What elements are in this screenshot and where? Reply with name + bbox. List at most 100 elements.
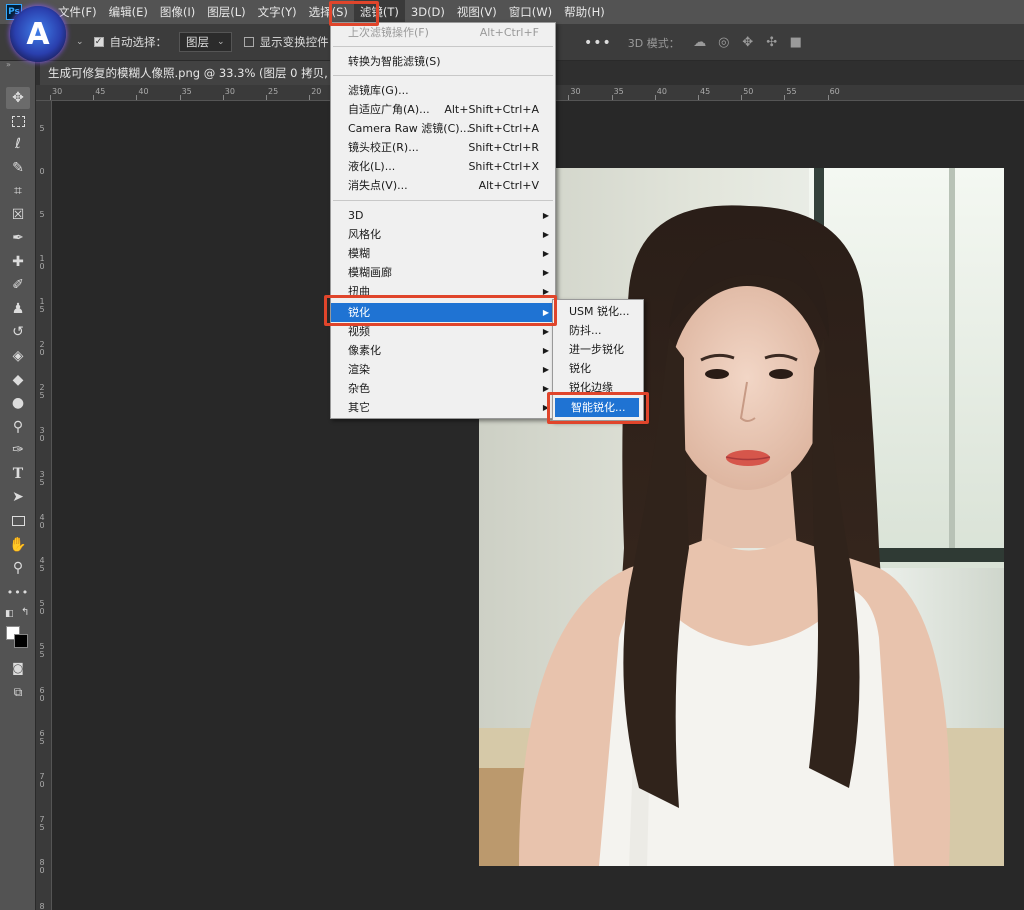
portrait-photo	[479, 168, 1004, 866]
menu-item-camera-raw[interactable]: Camera Raw 滤镜(C)... Shift+Ctrl+A	[331, 119, 555, 138]
more-options-button[interactable]: •••	[584, 35, 612, 51]
menu-layer[interactable]: 图层(L)	[201, 0, 251, 24]
hand-tool-icon[interactable]: ✋	[6, 534, 30, 556]
brush-tool-icon[interactable]: ✐	[6, 274, 30, 296]
ruler-top-label: 20	[311, 87, 322, 96]
menu-select[interactable]: 选择(S)	[303, 0, 354, 24]
menu-item-pixelate[interactable]: 像素化 ▶	[331, 341, 555, 360]
menu-item-other[interactable]: 其它 ▶	[331, 398, 555, 417]
ruler-left-label: 50	[39, 599, 45, 617]
3d-orbit-icon[interactable]: ☁	[692, 35, 708, 51]
menu-item-shake-reduction[interactable]: 防抖...	[553, 321, 643, 340]
more-tools-icon[interactable]: •••	[6, 581, 30, 603]
ruler-left-label: 85	[39, 901, 45, 910]
screen-mode-icon[interactable]: ⧉	[6, 681, 30, 703]
lasso-tool-icon[interactable]: ℓ	[6, 133, 30, 155]
menu-item-3d[interactable]: 3D ▶	[331, 206, 555, 225]
clone-stamp-tool-icon[interactable]: ♟	[6, 298, 30, 320]
show-transform-checkbox[interactable]: 显示变换控件	[243, 34, 329, 50]
3d-scale-icon[interactable]: ■	[788, 35, 804, 51]
submenu-arrow-icon: ▶	[542, 249, 549, 258]
ruler-top-label: 55	[786, 87, 797, 96]
menu-edit[interactable]: 编辑(E)	[103, 0, 154, 24]
menu-item-sharpen-basic[interactable]: 锐化	[553, 359, 643, 378]
menu-3d[interactable]: 3D(D)	[405, 0, 451, 24]
menu-item-video[interactable]: 视频 ▶	[331, 322, 555, 341]
menu-item-smart-sharpen[interactable]: 智能锐化...	[555, 398, 639, 417]
submenu-arrow-icon: ▶	[542, 287, 549, 296]
ruler-left-label: 10	[39, 253, 45, 271]
menu-item-adaptive-wide-angle[interactable]: 自适应广角(A)... Alt+Shift+Ctrl+A	[331, 100, 555, 119]
menu-view[interactable]: 视图(V)	[451, 0, 503, 24]
menu-item-sharpen[interactable]: 锐化 ▶	[331, 303, 555, 322]
type-tool-icon[interactable]: T	[6, 463, 30, 485]
marquee-tool-icon[interactable]	[6, 110, 30, 132]
tools-panel: » ✥ ℓ ✎ ⌗ ☒ ✒ ✚ ✐ ♟ ↺ ◈ ◆ ● ⚲ ✑ T ➤ ✋ ⚲ …	[0, 61, 36, 910]
quick-mask-icon[interactable]: ◙	[6, 657, 30, 679]
ruler-top-label: 45	[95, 87, 106, 96]
path-select-tool-icon[interactable]: ➤	[6, 486, 30, 508]
chevron-down-icon[interactable]: ⌄	[76, 37, 84, 47]
ruler-top-label: 45	[700, 87, 711, 96]
3d-roll-icon[interactable]: ◎	[716, 35, 732, 51]
3d-pan-icon[interactable]: ✥	[740, 35, 756, 51]
paint-bucket-tool-icon[interactable]: ◆	[6, 369, 30, 391]
panel-collapse-icon[interactable]: »	[6, 61, 30, 69]
pen-tool-icon[interactable]: ✑	[6, 439, 30, 461]
menu-item-liquify[interactable]: 液化(L)... Shift+Ctrl+X	[331, 157, 555, 176]
menu-help[interactable]: 帮助(H)	[558, 0, 611, 24]
menu-item-sharpen-more[interactable]: 进一步锐化	[553, 340, 643, 359]
rectangle-tool-icon[interactable]	[6, 510, 30, 532]
menu-item-convert-smart-filter[interactable]: 转换为智能滤镜(S)	[331, 52, 555, 71]
default-colors-icon[interactable]: ◧	[5, 609, 14, 619]
menu-item-last-filter[interactable]: 上次滤镜操作(F) Alt+Ctrl+F	[331, 23, 555, 42]
menu-window[interactable]: 窗口(W)	[503, 0, 558, 24]
ruler-left-label: 60	[39, 685, 45, 703]
frame-tool-icon[interactable]: ☒	[6, 204, 30, 226]
checkbox-unchecked-icon	[243, 37, 254, 47]
dodge-tool-icon[interactable]: ⚲	[6, 416, 30, 438]
swap-colors-icon[interactable]: ↰	[21, 607, 29, 618]
menu-item-noise[interactable]: 杂色 ▶	[331, 379, 555, 398]
menu-item-render[interactable]: 渲染 ▶	[331, 360, 555, 379]
quick-select-tool-icon[interactable]: ✎	[6, 157, 30, 179]
submenu-arrow-icon: ▶	[542, 308, 549, 317]
menu-item-usm-sharpen[interactable]: USM 锐化...	[553, 302, 643, 321]
menu-item-filter-gallery[interactable]: 滤镜库(G)...	[331, 81, 555, 100]
document-tab[interactable]: 生成可修复的模糊人像照.png @ 33.3% (图层 0 拷贝, RG	[40, 61, 340, 85]
menu-item-vanishing-point[interactable]: 消失点(V)... Alt+Ctrl+V	[331, 176, 555, 195]
crop-tool-icon[interactable]: ⌗	[6, 180, 30, 202]
ruler-top-label: 40	[656, 87, 667, 96]
ruler-left-label: 25	[39, 383, 45, 401]
ruler-vertical: 50510152025303540455055606570758085	[36, 101, 52, 910]
eraser-tool-icon[interactable]: ◈	[6, 345, 30, 367]
ruler-left-label: 5	[39, 210, 45, 220]
eyedropper-tool-icon[interactable]: ✒	[6, 227, 30, 249]
submenu-arrow-icon: ▶	[542, 211, 549, 220]
background-color-swatch[interactable]	[14, 634, 28, 648]
blur-tool-icon[interactable]: ●	[6, 392, 30, 414]
menu-item-stylize[interactable]: 风格化 ▶	[331, 225, 555, 244]
auto-select-checkbox[interactable]: ✓ 自动选择：	[93, 34, 168, 50]
ruler-left-label: 20	[39, 340, 45, 357]
move-tool-icon[interactable]: ✥	[6, 87, 30, 109]
menu-item-blur-gallery[interactable]: 模糊画廊 ▶	[331, 263, 555, 282]
portrait-image	[479, 168, 1004, 866]
layer-select-dropdown[interactable]: 图层 ⌄	[179, 32, 232, 52]
menu-type[interactable]: 文字(Y)	[252, 0, 303, 24]
ruler-top-label: 50	[743, 87, 754, 96]
3d-slide-icon[interactable]: ✣	[764, 35, 780, 51]
menu-item-distort[interactable]: 扭曲 ▶	[331, 282, 555, 301]
history-brush-tool-icon[interactable]: ↺	[6, 321, 30, 343]
checkbox-checked-icon: ✓	[93, 37, 104, 47]
menu-item-lens-correction[interactable]: 镜头校正(R)... Shift+Ctrl+R	[331, 138, 555, 157]
menu-item-sharpen-edges[interactable]: 锐化边缘	[553, 378, 643, 397]
ruler-left-label: 75	[39, 815, 45, 833]
auto-select-label: 自动选择：	[109, 35, 168, 49]
ruler-left-label: 0	[39, 167, 45, 177]
menu-filter[interactable]: 滤镜(T)	[353, 0, 405, 24]
healing-brush-tool-icon[interactable]: ✚	[6, 251, 30, 273]
zoom-tool-icon[interactable]: ⚲	[6, 557, 30, 579]
menu-image[interactable]: 图像(I)	[154, 0, 201, 24]
menu-item-blur[interactable]: 模糊 ▶	[331, 244, 555, 263]
